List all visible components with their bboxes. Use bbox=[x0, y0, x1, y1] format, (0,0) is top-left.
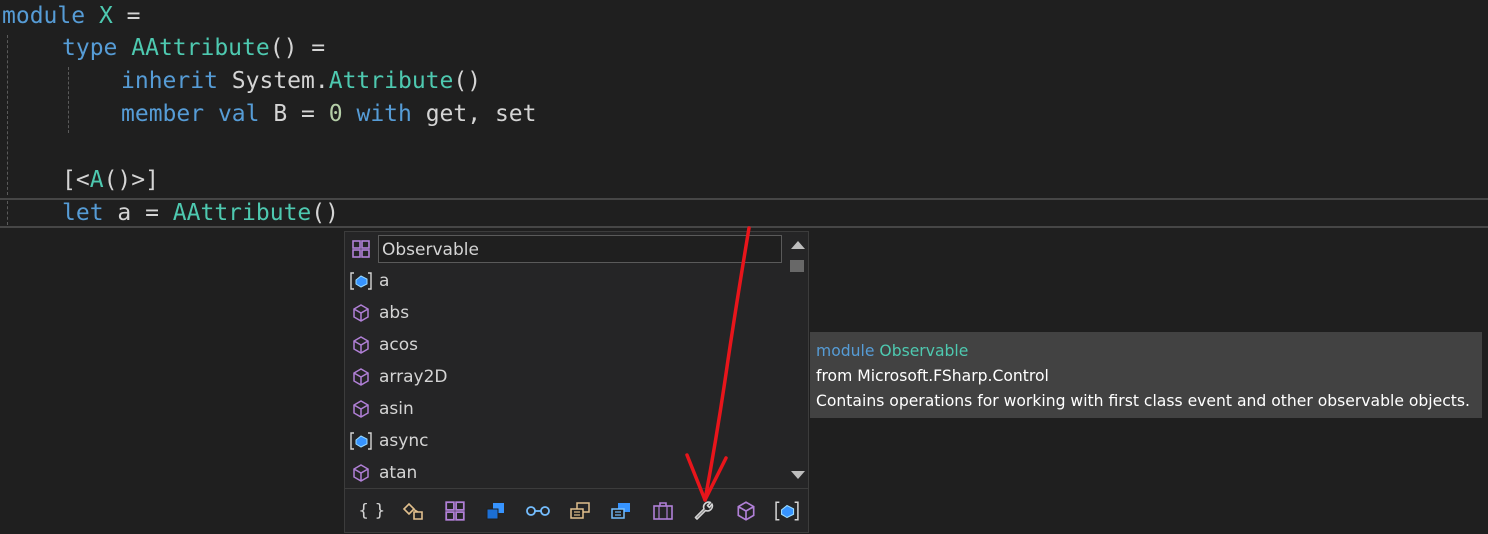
keyword: module bbox=[2, 3, 86, 29]
completion-item[interactable]: a bbox=[347, 266, 783, 296]
completion-item[interactable]: atan bbox=[347, 458, 783, 488]
method-icon bbox=[350, 398, 372, 420]
scroll-up-icon[interactable] bbox=[791, 241, 805, 249]
completion-item[interactable]: acos bbox=[347, 330, 783, 360]
module-filter-button[interactable] bbox=[434, 492, 476, 530]
enum-filter-button[interactable] bbox=[559, 492, 601, 530]
module-icon bbox=[445, 500, 465, 521]
value-icon bbox=[350, 430, 372, 452]
completion-filter-bar: { } bbox=[345, 488, 808, 532]
code-line-1[interactable]: module X = bbox=[2, 0, 141, 33]
completion-item[interactable]: array2D bbox=[347, 362, 783, 392]
interface-icon bbox=[526, 505, 550, 516]
code-text: () = bbox=[269, 35, 326, 61]
type-name: AAttribute bbox=[172, 200, 312, 226]
keyword: val bbox=[217, 101, 260, 127]
completion-item[interactable]: async bbox=[347, 426, 783, 456]
structure-filter-button[interactable] bbox=[476, 492, 518, 530]
attribute-name: A bbox=[89, 167, 104, 193]
union-icon bbox=[652, 501, 673, 520]
delegate-filter-button[interactable] bbox=[600, 492, 642, 530]
class-filter-button[interactable] bbox=[393, 492, 435, 530]
module-icon bbox=[350, 238, 372, 260]
keyword: type bbox=[62, 35, 118, 61]
completion-item-label: atan bbox=[379, 463, 418, 483]
class-icon bbox=[403, 502, 424, 520]
keyword: inherit bbox=[121, 68, 218, 94]
keyword: member bbox=[121, 101, 205, 127]
code-text: () bbox=[453, 68, 482, 94]
field-filter-button[interactable] bbox=[766, 492, 808, 530]
keyword: with bbox=[356, 101, 412, 127]
enum-icon bbox=[569, 501, 590, 519]
tooltip-description: Contains operations for working with fir… bbox=[816, 392, 1471, 410]
method-filter-button[interactable] bbox=[725, 492, 767, 530]
indent-guide bbox=[68, 67, 69, 133]
completion-item-label: abs bbox=[379, 303, 410, 323]
method-icon bbox=[350, 366, 372, 388]
tooltip-name: Observable bbox=[879, 342, 969, 360]
property-filter-button[interactable] bbox=[683, 492, 725, 530]
scrollbar-thumb[interactable] bbox=[790, 260, 804, 272]
vertical-scrollbar[interactable] bbox=[786, 232, 808, 488]
delegate-icon bbox=[611, 502, 631, 519]
quick-info-tooltip: module Observable from Microsoft.FSharp.… bbox=[810, 332, 1482, 418]
code-text: = bbox=[112, 3, 141, 29]
field-icon bbox=[775, 501, 799, 520]
tooltip-namespace: from Microsoft.FSharp.Control bbox=[816, 367, 1049, 385]
tooltip-signature: module Observable bbox=[816, 339, 1476, 364]
code-line-2[interactable]: type AAttribute() = bbox=[62, 32, 325, 65]
method-icon bbox=[737, 500, 755, 521]
code-text: [< bbox=[62, 167, 90, 193]
completion-item-label: Observable bbox=[378, 235, 782, 263]
code-line-7[interactable]: let a = AAttribute() bbox=[62, 197, 339, 230]
indent-guide bbox=[7, 35, 8, 195]
type-name: Attribute bbox=[328, 68, 454, 94]
keyword: let bbox=[62, 200, 104, 226]
tooltip-keyword: module bbox=[816, 342, 875, 360]
structure-icon bbox=[486, 502, 505, 519]
completion-item-label: async bbox=[379, 431, 429, 451]
code-text: a = bbox=[103, 200, 173, 226]
code-text: get, set bbox=[411, 101, 537, 127]
braces-icon: { } bbox=[358, 500, 386, 521]
completion-list[interactable]: Observable a abs acos array2D asin async… bbox=[345, 232, 786, 488]
method-icon bbox=[350, 462, 372, 484]
completion-item[interactable]: abs bbox=[347, 298, 783, 328]
namespace-filter-button[interactable]: { } bbox=[351, 492, 393, 530]
code-text: () bbox=[311, 200, 339, 226]
completion-item-label: acos bbox=[379, 335, 419, 355]
scroll-down-icon[interactable] bbox=[791, 471, 805, 479]
interface-filter-button[interactable] bbox=[517, 492, 559, 530]
code-line-4[interactable]: member val B = 0 with get, set bbox=[121, 98, 536, 131]
completion-item[interactable]: asin bbox=[347, 394, 783, 424]
method-icon bbox=[350, 334, 372, 356]
completion-list-popup[interactable]: Observable a abs acos array2D asin async… bbox=[344, 231, 809, 533]
module-name: X bbox=[98, 3, 113, 29]
number-literal: 0 bbox=[328, 101, 343, 127]
code-text: B = bbox=[259, 101, 329, 127]
method-icon bbox=[350, 302, 372, 324]
completion-item-label: array2D bbox=[379, 367, 448, 387]
value-icon bbox=[350, 270, 372, 292]
code-line-6[interactable]: [<A()>] bbox=[62, 164, 159, 197]
namespace: System. bbox=[231, 68, 329, 94]
code-text: ()>] bbox=[103, 167, 159, 193]
code-line-3[interactable]: inherit System.Attribute() bbox=[121, 65, 481, 98]
completion-item-label: asin bbox=[379, 399, 414, 419]
type-name: AAttribute bbox=[131, 35, 270, 61]
union-filter-button[interactable] bbox=[642, 492, 684, 530]
completion-item-label: a bbox=[379, 271, 390, 291]
completion-item[interactable]: Observable bbox=[347, 234, 783, 264]
wrench-icon bbox=[694, 500, 714, 520]
